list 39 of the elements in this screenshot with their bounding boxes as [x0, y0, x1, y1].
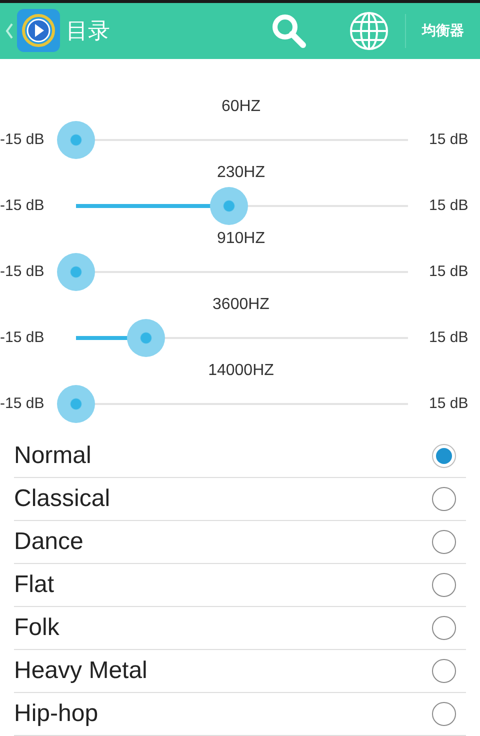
preset-item[interactable]: Hip-hop — [14, 693, 466, 736]
min-gain-label: -15 dB — [0, 262, 46, 282]
header-title: 目录 — [66, 17, 110, 46]
back-icon[interactable] — [5, 22, 13, 39]
preset-item[interactable]: Classical — [14, 478, 466, 521]
max-gain-label: 15 dB — [429, 130, 468, 150]
band-frequency: 910HZ — [216, 229, 266, 249]
band-frequency: 14000HZ — [208, 361, 274, 381]
band-frequency: 230HZ — [216, 163, 266, 183]
globe-icon[interactable] — [349, 10, 389, 51]
search-icon[interactable] — [271, 12, 307, 49]
preset-item[interactable]: Folk — [14, 607, 466, 650]
slider-thumb[interactable] — [57, 385, 95, 423]
max-gain-label: 15 dB — [429, 196, 468, 216]
preset-item[interactable]: Normal — [14, 435, 466, 478]
max-gain-label: 15 dB — [429, 328, 468, 348]
play-logo-icon[interactable] — [17, 9, 60, 52]
min-gain-label: -15 dB — [0, 328, 46, 348]
min-gain-label: -15 dB — [0, 196, 46, 216]
radio-button[interactable] — [432, 702, 456, 726]
radio-button[interactable] — [432, 616, 456, 640]
min-gain-label: -15 dB — [0, 130, 46, 150]
band-frequency: 60HZ — [221, 97, 261, 117]
max-gain-label: 15 dB — [429, 262, 468, 282]
slider-thumb[interactable] — [57, 253, 95, 291]
preset-item[interactable]: Dance — [14, 521, 466, 564]
radio-button[interactable] — [432, 573, 456, 597]
preset-item[interactable]: Flat — [14, 564, 466, 607]
radio-button[interactable] — [432, 530, 456, 554]
slider-thumb[interactable] — [126, 319, 165, 357]
radio-button[interactable] — [432, 487, 456, 511]
band-frequency: 3600HZ — [212, 295, 270, 315]
slider-thumb[interactable] — [210, 187, 248, 225]
min-gain-label: -15 dB — [0, 394, 46, 414]
preset-item[interactable]: Heavy Metal — [14, 650, 466, 693]
slider-thumb[interactable] — [57, 121, 95, 159]
max-gain-label: 15 dB — [429, 394, 468, 414]
radio-button[interactable] — [432, 444, 456, 468]
radio-button[interactable] — [432, 659, 456, 683]
